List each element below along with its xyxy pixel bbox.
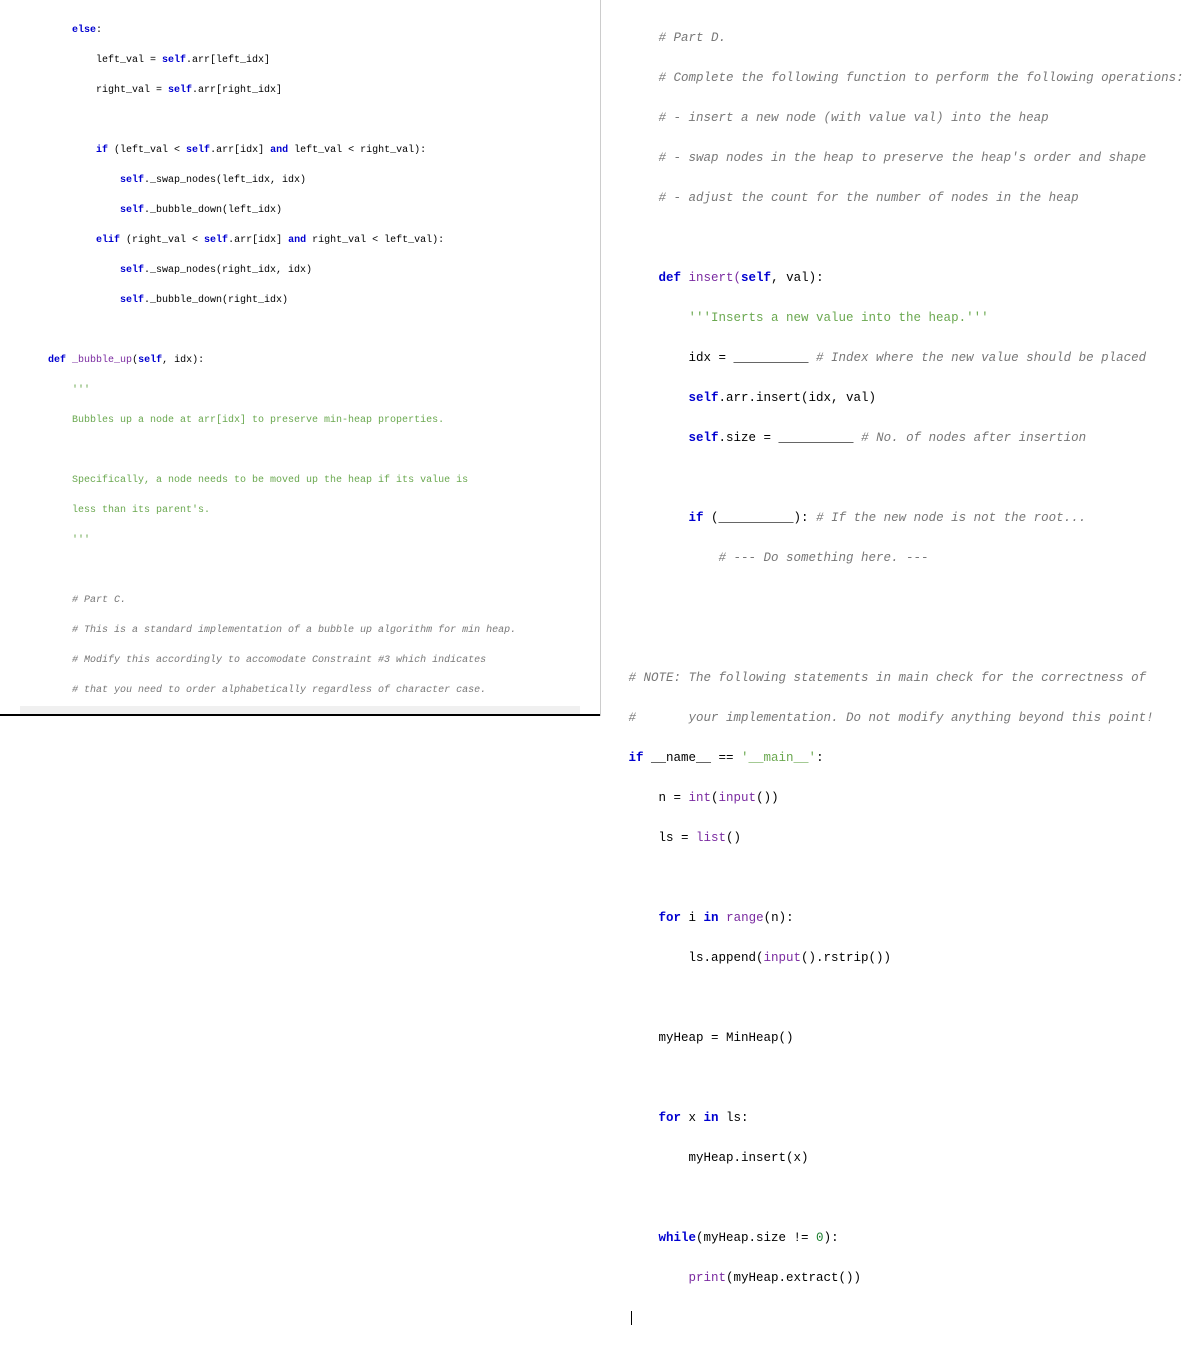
code-line: Bubbles up a node at arr[idx] to preserv… <box>4 413 596 428</box>
code-line: idx = __________ # Index where the new v… <box>605 348 1197 368</box>
code-line <box>605 1308 1197 1328</box>
code-line: self._swap_nodes(left_idx, idx) <box>4 173 596 188</box>
code-line: # that you need to order alphabetically … <box>4 683 596 698</box>
code-line: # - swap nodes in the heap to preserve t… <box>605 148 1197 168</box>
code-line <box>4 443 596 458</box>
code-line: Specifically, a node needs to be moved u… <box>4 473 596 488</box>
code-line: for x in ls: <box>605 1108 1197 1128</box>
horizontal-scrollbar[interactable] <box>20 706 580 714</box>
code-line: if (left_val < self.arr[idx] and left_va… <box>4 143 596 158</box>
code-line <box>605 868 1197 888</box>
code-line: myHeap = MinHeap() <box>605 1028 1197 1048</box>
code-line: self.size = __________ # No. of nodes af… <box>605 428 1197 448</box>
code-line: ''' <box>4 533 596 548</box>
code-line <box>605 1068 1197 1088</box>
code-line: def insert(self, val): <box>605 268 1197 288</box>
code-line: self._bubble_down(left_idx) <box>4 203 596 218</box>
code-line: print(myHeap.extract()) <box>605 1268 1197 1288</box>
code-line: less than its parent's. <box>4 503 596 518</box>
code-line: # Part D. <box>605 28 1197 48</box>
code-line: for i in range(n): <box>605 908 1197 928</box>
code-line: ls.append(input().rstrip()) <box>605 948 1197 968</box>
code-line: self._bubble_down(right_idx) <box>4 293 596 308</box>
code-line <box>605 468 1197 488</box>
code-line <box>605 628 1197 648</box>
code-line: self.arr.insert(idx, val) <box>605 388 1197 408</box>
code-line <box>605 228 1197 248</box>
code-line: # Part C. <box>4 593 596 608</box>
code-line: while(myHeap.size != 0): <box>605 1228 1197 1248</box>
code-line: ls = list() <box>605 828 1197 848</box>
code-line: elif (right_val < self.arr[idx] and righ… <box>4 233 596 248</box>
code-line: # --- Do something here. --- <box>605 548 1197 568</box>
code-line: '''Inserts a new value into the heap.''' <box>605 308 1197 328</box>
code-line: # your implementation. Do not modify any… <box>605 708 1197 728</box>
code-line: def _bubble_up(self, idx): <box>4 353 596 368</box>
code-line: if __name__ == '__main__': <box>605 748 1197 768</box>
code-line: right_val = self.arr[right_idx] <box>4 83 596 98</box>
code-line: # Modify this accordingly to accomodate … <box>4 653 596 668</box>
code-line: n = int(input()) <box>605 788 1197 808</box>
code-pane-left[interactable]: else: left_val = self.arr[left_idx] righ… <box>0 0 601 716</box>
code-line <box>605 588 1197 608</box>
code-line: # Complete the following function to per… <box>605 68 1197 88</box>
code-line: # This is a standard implementation of a… <box>4 623 596 638</box>
code-line: self._swap_nodes(right_idx, idx) <box>4 263 596 278</box>
code-line: # NOTE: The following statements in main… <box>605 668 1197 688</box>
code-line: ''' <box>4 383 596 398</box>
code-line <box>605 1188 1197 1208</box>
code-line <box>605 988 1197 1008</box>
code-line <box>4 113 596 128</box>
code-line <box>4 563 596 578</box>
code-line: myHeap.insert(x) <box>605 1148 1197 1168</box>
code-line <box>4 323 596 338</box>
code-line: left_val = self.arr[left_idx] <box>4 53 596 68</box>
text-cursor <box>631 1311 632 1325</box>
code-line: else: <box>4 23 596 38</box>
code-line: # - insert a new node (with value val) i… <box>605 108 1197 128</box>
code-pane-right[interactable]: # Part D. # Complete the following funct… <box>601 0 1200 716</box>
code-line: # - adjust the count for the number of n… <box>605 188 1197 208</box>
code-line: if (__________): # If the new node is no… <box>605 508 1197 528</box>
